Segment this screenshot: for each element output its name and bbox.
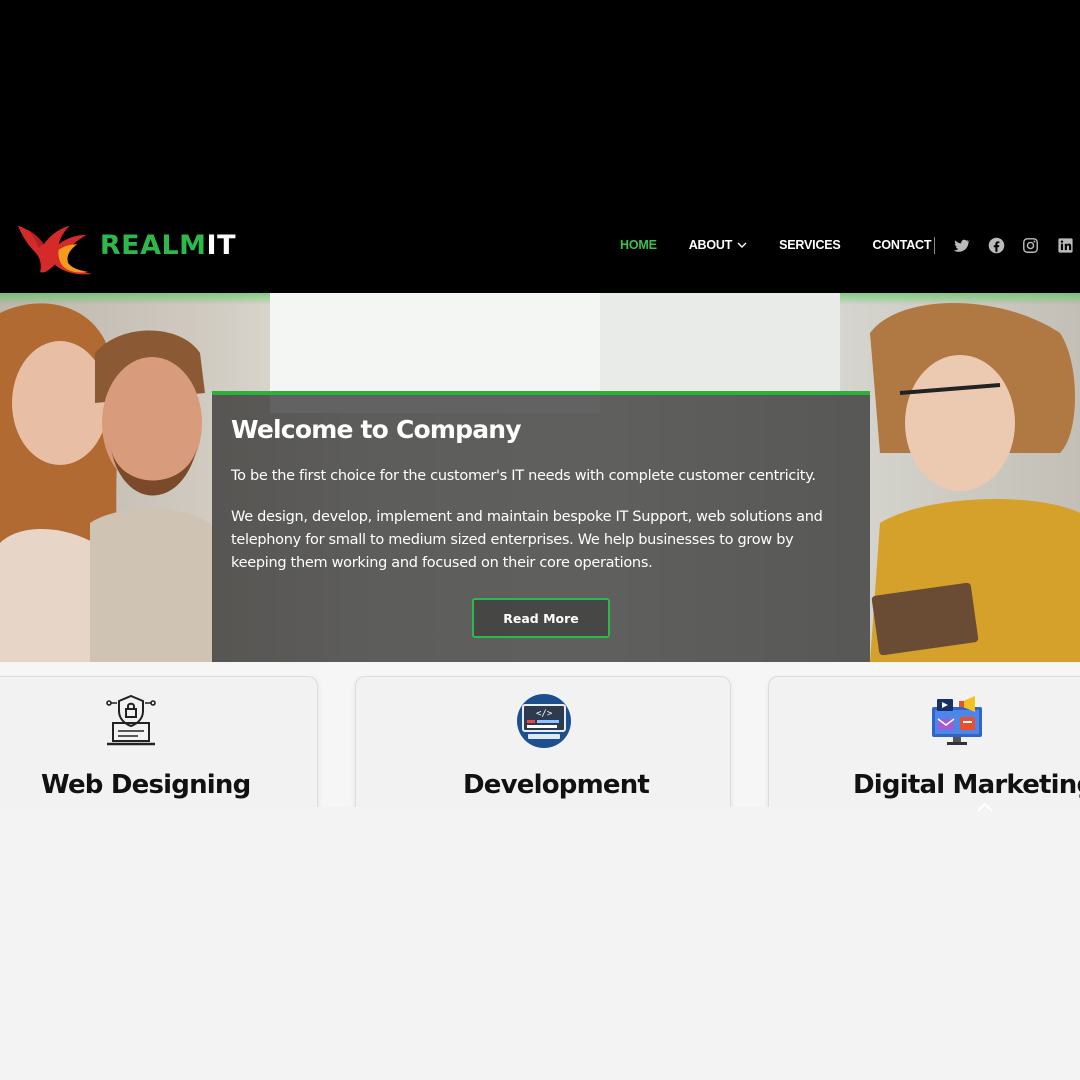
brand-logo[interactable]: REALMIT [16,212,236,282]
service-card-development[interactable]: </> Development [355,676,731,807]
service-card-web-designing[interactable]: Web Designing [0,676,318,807]
chevron-down-icon [737,242,747,248]
services-section: Web Designing </> Development Digital Ma… [0,662,1080,807]
service-title: Web Designing [41,770,251,800]
linkedin-icon[interactable] [1054,234,1076,256]
nav-contact[interactable]: CONTACT [873,238,932,252]
read-more-button[interactable]: Read More [472,598,610,638]
code-monitor-icon: </> [517,694,571,748]
hero-paragraph-1: To be the first choice for the customer'… [231,468,816,484]
main-nav: HOME ABOUT SERVICES CONTACT [620,230,963,260]
service-title: Digital Marketing [853,770,1080,800]
nav-divider [934,237,935,254]
service-title: Development [463,770,650,800]
service-card-digital-marketing[interactable]: Digital Marketing [768,676,1080,807]
hero-title: Welcome to Company [231,415,522,444]
facebook-icon[interactable] [985,234,1007,256]
twitter-icon[interactable] [950,234,972,256]
scroll-to-top-icon[interactable] [975,800,995,814]
nav-home[interactable]: HOME [620,238,657,252]
nav-services[interactable]: SERVICES [779,238,841,252]
nav-about[interactable]: ABOUT [689,238,747,252]
security-laptop-icon [106,694,156,746]
instagram-icon[interactable] [1019,234,1041,256]
svg-text:</>: </> [536,709,553,719]
hero-paragraph-2: We design, develop, implement and mainta… [231,509,823,571]
phoenix-logo-icon [17,225,93,275]
brand-name: REALMIT [99,229,236,261]
marketing-monitor-icon [932,696,982,745]
